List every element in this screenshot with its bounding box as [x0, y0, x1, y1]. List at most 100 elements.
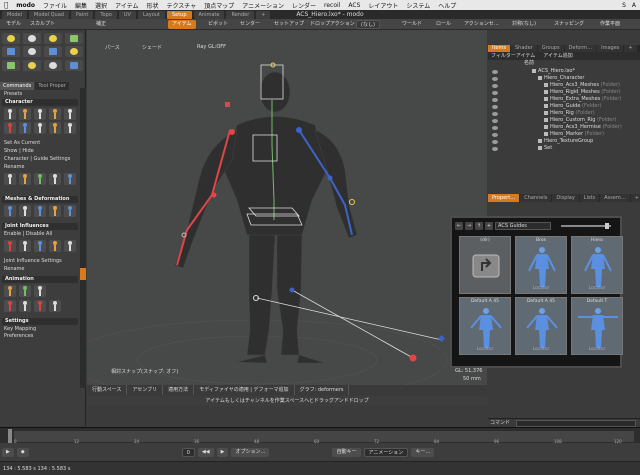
center-button[interactable]: センター — [236, 20, 264, 29]
auto-key-button[interactable]: 自動キー — [332, 447, 361, 457]
thumbnail-size-slider[interactable] — [561, 222, 611, 229]
apply-method-cell[interactable]: 適用方法 — [163, 385, 195, 395]
tab-groups[interactable]: Groups — [537, 45, 564, 52]
tab-images[interactable]: Images — [597, 45, 624, 52]
set-as-current-button[interactable]: Set As Current — [4, 140, 78, 147]
preset-card-dir[interactable]: (dir) — [459, 236, 511, 294]
tab-paint[interactable]: Paint — [70, 10, 94, 19]
scale-tool-icon[interactable] — [44, 60, 62, 71]
eye-icon[interactable] — [492, 105, 498, 109]
tab-add-right[interactable]: + — [624, 45, 637, 52]
tab-display[interactable]: Display — [552, 194, 579, 202]
menu-recoil[interactable]: recoil — [324, 2, 340, 9]
figure-icon[interactable] — [4, 300, 16, 312]
menu-item[interactable]: アイテム — [115, 1, 138, 10]
tab-add[interactable]: + — [256, 10, 271, 19]
role-button[interactable]: ロール — [432, 20, 455, 29]
eye-icon[interactable] — [492, 91, 498, 95]
figure-icon[interactable] — [19, 108, 31, 120]
drop-action-button[interactable]: ドロップアクション — [306, 20, 359, 29]
tab-model[interactable]: Model — [2, 10, 28, 19]
figure-icon[interactable] — [4, 240, 16, 252]
figure-icon[interactable] — [34, 300, 46, 312]
drop-action-select[interactable]: (なし) — [356, 20, 380, 29]
joint-influence-settings-button[interactable]: Joint Influence Settings — [4, 258, 78, 265]
preset-card-default-t[interactable]: Default T Locator — [571, 297, 623, 355]
tree-row[interactable]: Hiero_Marker (Folder) — [544, 131, 604, 138]
figure-icon[interactable] — [34, 173, 46, 185]
3d-viewport[interactable]: パース シェード Ray GL:OFF 相対スナップ(スナップ: オフ) GL:… — [87, 30, 487, 385]
figure-icon[interactable] — [34, 108, 46, 120]
tab-assembly[interactable]: Assem… — [600, 194, 630, 202]
menu-select[interactable]: 選択 — [95, 1, 107, 10]
menu-texture[interactable]: テクスチャ — [166, 1, 196, 10]
world-button[interactable]: ワールド — [398, 20, 426, 29]
model-button[interactable]: モデル — [2, 20, 25, 29]
light-tool-icon[interactable] — [44, 33, 62, 44]
figure-icon[interactable] — [64, 205, 76, 217]
transform-tool-icon[interactable] — [65, 60, 83, 71]
add-item-button[interactable]: アイテム追加 — [543, 52, 573, 60]
figure-icon[interactable] — [19, 173, 31, 185]
skip-back-icon[interactable]: ◀◀ — [197, 447, 214, 457]
assembly-cell[interactable]: アセンブリ — [127, 385, 164, 395]
section-character[interactable]: Character — [2, 99, 78, 106]
eye-icon[interactable] — [492, 98, 498, 102]
action-set-button[interactable]: アクションセ… — [460, 20, 503, 29]
figure-icon[interactable] — [49, 240, 61, 252]
pivot-button[interactable]: ピボット — [204, 20, 232, 29]
tab-channels[interactable]: Channels — [520, 194, 552, 202]
up-folder-icon[interactable]: ↑ — [475, 221, 483, 230]
key-icon[interactable]: ◆ — [16, 447, 29, 457]
tree-row[interactable]: Hiero_Character — [538, 75, 584, 82]
eye-icon[interactable] — [492, 70, 498, 74]
menu-render[interactable]: レンダー — [292, 1, 316, 10]
figure-icon[interactable] — [4, 173, 16, 185]
play-forward-icon[interactable]: ▶ — [216, 447, 229, 457]
filter-items-button[interactable]: フィルターアイテム — [491, 52, 535, 60]
section-meshes[interactable]: Meshes & Deformation — [2, 196, 78, 203]
sculpt-button[interactable]: スカルプト — [26, 20, 59, 29]
tab-layout[interactable]: Layout — [137, 10, 165, 19]
tab-commands[interactable]: Commands — [0, 82, 35, 90]
add-folder-icon[interactable]: + — [485, 221, 493, 230]
preset-card-default-a45-2[interactable]: Default A 45 Locator — [515, 297, 567, 355]
figure-icon[interactable] — [19, 300, 31, 312]
enable-disable-all-button[interactable]: Enable | Disable All — [4, 231, 78, 238]
preset-card-bros[interactable]: Bros Locator — [515, 236, 567, 294]
rename-button-2[interactable]: Rename — [4, 266, 78, 273]
snapping-button[interactable]: スナッピング — [550, 20, 588, 29]
tab-properties[interactable]: Propert… — [488, 194, 520, 202]
eye-icon[interactable] — [492, 140, 498, 144]
tab-add-prop[interactable]: + — [630, 194, 640, 202]
figure-icon[interactable] — [64, 122, 76, 134]
figure-icon[interactable] — [49, 205, 61, 217]
tab-deform[interactable]: Deform… — [564, 45, 597, 52]
menu-geometry[interactable]: 形状 — [146, 1, 158, 10]
apple-icon[interactable]:  — [4, 1, 8, 9]
figure-icon[interactable] — [34, 285, 46, 297]
tree-row[interactable]: Hiero_Acs3_Hermise (Folder) — [544, 124, 622, 131]
show-hide-button[interactable]: Show | Hide — [4, 148, 78, 155]
figure-icon[interactable] — [4, 285, 16, 297]
tab-setup[interactable]: Setup — [166, 10, 192, 19]
eye-icon[interactable] — [492, 84, 498, 88]
preset-card-hiero[interactable]: Hiero Locator — [571, 236, 623, 294]
forward-arrow-icon[interactable]: → — [465, 221, 473, 230]
animation-dropdown[interactable]: アニメーション — [363, 447, 409, 457]
figure-icon[interactable] — [4, 122, 16, 134]
figure-icon[interactable] — [34, 240, 46, 252]
rotate-tool-icon[interactable] — [23, 60, 41, 71]
options-button[interactable]: オプション… — [231, 447, 270, 457]
figure-icon[interactable] — [34, 205, 46, 217]
figure-icon[interactable] — [34, 122, 46, 134]
menu-vertexmap[interactable]: 頂点マップ — [204, 1, 234, 10]
figure-icon[interactable] — [4, 205, 16, 217]
tree-row[interactable]: Hiero_Rigid_Meshes (Folder) — [544, 89, 621, 96]
play-icon[interactable]: ▶ — [2, 447, 14, 457]
tree-row[interactable]: Set — [538, 145, 552, 152]
eye-icon[interactable] — [492, 119, 498, 123]
figure-icon[interactable] — [19, 122, 31, 134]
menu-file[interactable]: ファイル — [43, 1, 67, 10]
work-space-cell[interactable]: 行動スペース — [87, 385, 128, 395]
